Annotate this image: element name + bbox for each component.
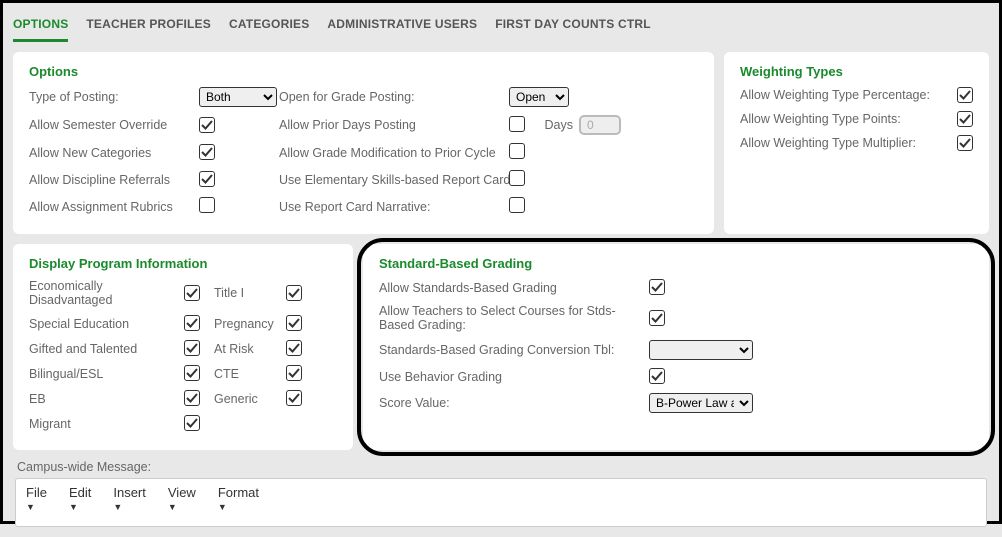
type-of-posting-label: Type of Posting: — [29, 90, 199, 104]
caret-down-icon: ▼ — [168, 502, 177, 512]
dpi-title1-checkbox[interactable] — [286, 285, 302, 301]
sbg-title: Standard-Based Grading — [379, 256, 973, 271]
tab-admin-users[interactable]: ADMINISTRATIVE USERS — [327, 13, 477, 42]
editor-menu-edit[interactable]: Edit▼ — [69, 485, 91, 512]
dpi-eb-checkbox[interactable] — [184, 390, 200, 406]
weighting-multiplier-label: Allow Weighting Type Multiplier: — [740, 136, 916, 150]
dpi-atrisk-label: At Risk — [214, 342, 286, 356]
type-of-posting-select[interactable]: Both — [199, 87, 277, 107]
dpi-migrant-label: Migrant — [29, 417, 184, 431]
tab-teacher-profiles[interactable]: TEACHER PROFILES — [86, 13, 211, 42]
campus-wide-editor[interactable]: File▼ Edit▼ Insert▼ View▼ Format▼ — [15, 478, 987, 527]
weighting-percentage-label: Allow Weighting Type Percentage: — [740, 88, 930, 102]
dpi-title: Display Program Information — [29, 256, 337, 271]
open-for-grade-select[interactable]: Open — [509, 87, 569, 107]
tab-first-day-counts[interactable]: FIRST DAY COUNTS CTRL — [495, 13, 651, 42]
conversion-tbl-label: Standards-Based Grading Conversion Tbl: — [379, 343, 649, 357]
editor-menu-format[interactable]: Format▼ — [218, 485, 259, 512]
dpi-generic-label: Generic — [214, 392, 286, 406]
use-report-card-checkbox[interactable] — [509, 197, 525, 213]
dpi-pregnancy-checkbox[interactable] — [286, 315, 302, 331]
conversion-tbl-select[interactable] — [649, 340, 753, 360]
dpi-pregnancy-label: Pregnancy — [214, 317, 286, 331]
dpi-special-ed-label: Special Education — [29, 317, 184, 331]
score-value-select[interactable]: B-Power Law and — [649, 393, 753, 413]
weighting-multiplier-checkbox[interactable] — [957, 135, 973, 151]
dpi-cte-checkbox[interactable] — [286, 365, 302, 381]
dpi-special-ed-checkbox[interactable] — [184, 315, 200, 331]
standard-based-grading-panel: Standard-Based Grading Allow Standards-B… — [363, 244, 989, 450]
allow-teachers-select-label: Allow Teachers to Select Courses for Std… — [379, 304, 649, 332]
allow-discipline-label: Allow Discipline Referrals — [29, 173, 199, 187]
caret-down-icon: ▼ — [113, 502, 122, 512]
dpi-econ-checkbox[interactable] — [184, 285, 200, 301]
dpi-cte-label: CTE — [214, 367, 286, 381]
tab-bar: OPTIONS TEACHER PROFILES CATEGORIES ADMI… — [3, 3, 999, 42]
dpi-title1-label: Title I — [214, 286, 286, 300]
use-behavior-checkbox[interactable] — [649, 368, 665, 384]
allow-rubrics-checkbox[interactable] — [199, 197, 215, 213]
editor-menu-insert[interactable]: Insert▼ — [113, 485, 146, 512]
dpi-gifted-label: Gifted and Talented — [29, 342, 184, 356]
allow-grade-mod-label: Allow Grade Modification to Prior Cycle — [279, 146, 509, 160]
editor-menu-file[interactable]: File▼ — [26, 485, 47, 512]
allow-discipline-checkbox[interactable] — [199, 171, 215, 187]
use-elementary-label: Use Elementary Skills-based Report Card: — [279, 173, 509, 187]
dpi-econ-label: Economically Disadvantaged — [29, 279, 184, 307]
allow-sbg-label: Allow Standards-Based Grading — [379, 281, 649, 295]
allow-sbg-checkbox[interactable] — [649, 279, 665, 295]
days-label: Days — [539, 118, 579, 132]
editor-menu-view[interactable]: View▼ — [168, 485, 196, 512]
allow-teachers-select-checkbox[interactable] — [649, 310, 665, 326]
campus-wide-message-label: Campus-wide Message: — [13, 460, 989, 478]
weighting-points-checkbox[interactable] — [957, 111, 973, 127]
use-behavior-label: Use Behavior Grading — [379, 370, 649, 384]
allow-prior-days-label: Allow Prior Days Posting — [279, 118, 509, 132]
dpi-migrant-checkbox[interactable] — [184, 415, 200, 431]
dpi-generic-checkbox[interactable] — [286, 390, 302, 406]
use-elementary-checkbox[interactable] — [509, 170, 525, 186]
dpi-eb-label: EB — [29, 392, 184, 406]
display-program-info-panel: Display Program Information Economically… — [13, 244, 353, 450]
dpi-atrisk-checkbox[interactable] — [286, 340, 302, 356]
tab-options[interactable]: OPTIONS — [13, 13, 68, 42]
allow-new-categories-label: Allow New Categories — [29, 146, 199, 160]
caret-down-icon: ▼ — [69, 502, 78, 512]
weighting-title: Weighting Types — [740, 64, 973, 79]
allow-semester-override-checkbox[interactable] — [199, 117, 215, 133]
dpi-bilingual-label: Bilingual/ESL — [29, 367, 184, 381]
options-title: Options — [29, 64, 698, 79]
dpi-gifted-checkbox[interactable] — [184, 340, 200, 356]
tab-categories[interactable]: CATEGORIES — [229, 13, 309, 42]
options-panel: Options Type of Posting: Both Open for G… — [13, 52, 714, 234]
use-report-card-label: Use Report Card Narrative: — [279, 200, 509, 214]
weighting-panel: Weighting Types Allow Weighting Type Per… — [724, 52, 989, 234]
weighting-percentage-checkbox[interactable] — [957, 87, 973, 103]
allow-semester-override-label: Allow Semester Override — [29, 118, 199, 132]
dpi-bilingual-checkbox[interactable] — [184, 365, 200, 381]
days-input[interactable] — [579, 115, 621, 135]
allow-prior-days-checkbox[interactable] — [509, 116, 525, 132]
open-for-grade-label: Open for Grade Posting: — [279, 90, 509, 104]
allow-new-categories-checkbox[interactable] — [199, 144, 215, 160]
weighting-points-label: Allow Weighting Type Points: — [740, 112, 901, 126]
allow-rubrics-label: Allow Assignment Rubrics — [29, 200, 199, 214]
allow-grade-mod-checkbox[interactable] — [509, 143, 525, 159]
score-value-label: Score Value: — [379, 396, 649, 410]
caret-down-icon: ▼ — [218, 502, 227, 512]
caret-down-icon: ▼ — [26, 502, 35, 512]
